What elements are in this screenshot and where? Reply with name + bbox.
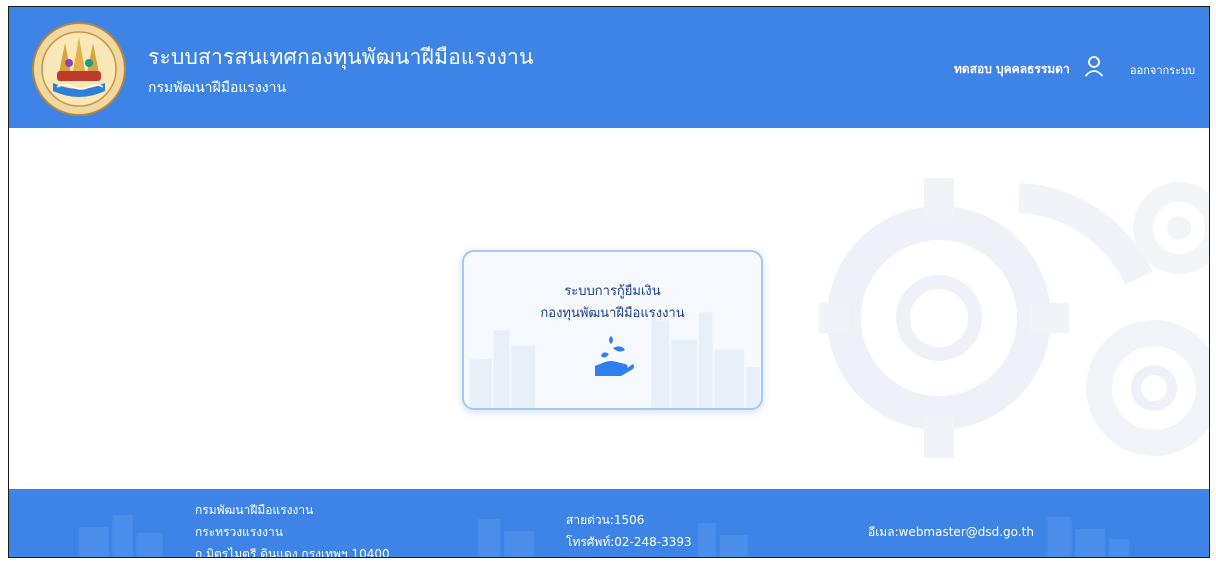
header-bar: ระบบสารสนเทศกองทุนพัฒนาฝีมือแรงงาน กรมพั… (9, 7, 1209, 128)
footer-bar: กรมพัฒนาฝีมือแรงงาน กระทรวงแรงงาน ถ.มิตร… (9, 489, 1209, 558)
card-title-line1: ระบบการกู้ยืมเงิน (564, 284, 661, 299)
loan-system-card[interactable]: ระบบการกู้ยืมเงิน กองทุนพัฒนาฝีมือแรงงาน (462, 250, 763, 410)
app-title: ระบบสารสนเทศกองทุนพัฒนาฝีมือแรงงาน (148, 45, 534, 69)
user-name[interactable]: ทดสอบ บุคคลธรรมดา (954, 60, 1070, 79)
app-frame: ระบบสารสนเทศกองทุนพัฒนาฝีมือแรงงาน กรมพั… (8, 6, 1210, 558)
logout-link[interactable]: ออกจากระบบ (1130, 61, 1195, 79)
user-icon[interactable] (1084, 55, 1104, 77)
footer-address: ถ.มิตรไมตรี ดินแดง กรุงเทพฯ 10400 (195, 547, 390, 558)
footer-org-name: กรมพัฒนาฝีมือแรงงาน (195, 503, 314, 517)
hand-seedling-icon (595, 336, 634, 376)
department-seal-logo (32, 22, 126, 116)
footer-phone: โทรศัพท์:02-248-3393 (566, 535, 692, 549)
app-subtitle: กรมพัฒนาฝีมือแรงงาน (148, 80, 287, 96)
card-title-line2: กองทุนพัฒนาฝีมือแรงงาน (540, 306, 685, 321)
main-content: ระบบการกู้ยืมเงิน กองทุนพัฒนาฝีมือแรงงาน (9, 128, 1209, 489)
footer-email[interactable]: อีเมล:webmaster@dsd.go.th (868, 523, 1034, 542)
gears-background-icon (819, 178, 1209, 458)
footer-hotline: สายด่วน:1506 (566, 513, 645, 527)
footer-ministry: กระทรวงแรงงาน (195, 525, 283, 539)
